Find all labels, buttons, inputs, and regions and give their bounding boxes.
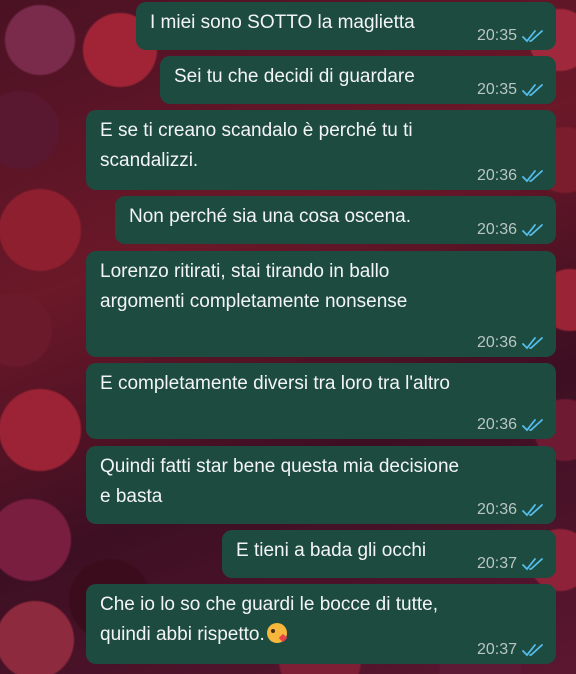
message-text: Quindi fatti star bene questa mia decisi… <box>100 456 460 507</box>
message-time: 20:37 <box>476 641 517 658</box>
message-meta: 20:36 <box>477 415 544 435</box>
double-check-read-icon <box>522 504 543 517</box>
message-time: 20:36 <box>476 416 517 433</box>
message-text: Non perché sia una cosa oscena. <box>129 206 412 227</box>
message-time: 20:36 <box>476 334 517 351</box>
message-meta: 20:36 <box>477 220 544 240</box>
message-meta: 20:36 <box>477 166 544 186</box>
message-time: 20:36 <box>476 221 517 238</box>
message-text: Che io lo so che guardi le bocce di tutt… <box>100 590 438 650</box>
double-check-read-icon <box>522 224 543 237</box>
message-text: Lorenzo ritirati, stai tirando in ballo … <box>100 261 408 312</box>
message-meta: 20:37 <box>477 640 544 660</box>
message-text: E completamente diversi tra loro tra l'a… <box>100 373 450 394</box>
message-bubble-3[interactable]: E se ti creano scandalo è perché tu ti s… <box>86 110 556 190</box>
message-meta: 20:35 <box>477 80 544 100</box>
message-meta: 20:37 <box>477 554 544 574</box>
message-time: 20:37 <box>476 555 517 572</box>
kissing-face-emoji <box>266 623 287 643</box>
message-text: Sei tu che decidi di guardare <box>174 66 415 87</box>
message-bubble-7[interactable]: Quindi fatti star bene questa mia decisi… <box>86 446 556 524</box>
message-bubble-8[interactable]: E tieni a bada gli occhi 20:37 <box>222 530 556 578</box>
message-meta: 20:36 <box>477 500 544 520</box>
message-text: E se ti creano scandalo è perché tu ti s… <box>100 120 413 171</box>
message-bubble-1[interactable]: I miei sono SOTTO la maglietta 20:35 <box>136 2 556 50</box>
message-bubble-9[interactable]: Che io lo so che guardi le bocce di tutt… <box>86 584 556 664</box>
message-meta: 20:36 <box>477 333 544 353</box>
message-bubble-5[interactable]: Lorenzo ritirati, stai tirando in ballo … <box>86 251 556 357</box>
message-time: 20:35 <box>476 27 517 44</box>
double-check-read-icon <box>522 170 543 183</box>
double-check-read-icon <box>522 30 543 43</box>
double-check-read-icon <box>522 337 543 350</box>
message-text: E tieni a bada gli occhi <box>236 540 427 561</box>
message-time: 20:35 <box>476 81 517 98</box>
message-bubble-6[interactable]: E completamente diversi tra loro tra l'a… <box>86 363 556 439</box>
double-check-read-icon <box>522 84 543 97</box>
message-bubble-4[interactable]: Non perché sia una cosa oscena. 20:36 <box>115 196 556 244</box>
message-text: I miei sono SOTTO la maglietta <box>150 12 415 33</box>
double-check-read-icon <box>522 644 543 657</box>
message-time: 20:36 <box>476 501 517 518</box>
message-meta: 20:35 <box>477 26 544 46</box>
double-check-read-icon <box>522 558 543 571</box>
double-check-read-icon <box>522 419 543 432</box>
message-time: 20:36 <box>476 167 517 184</box>
message-bubble-2[interactable]: Sei tu che decidi di guardare 20:35 <box>160 56 556 104</box>
